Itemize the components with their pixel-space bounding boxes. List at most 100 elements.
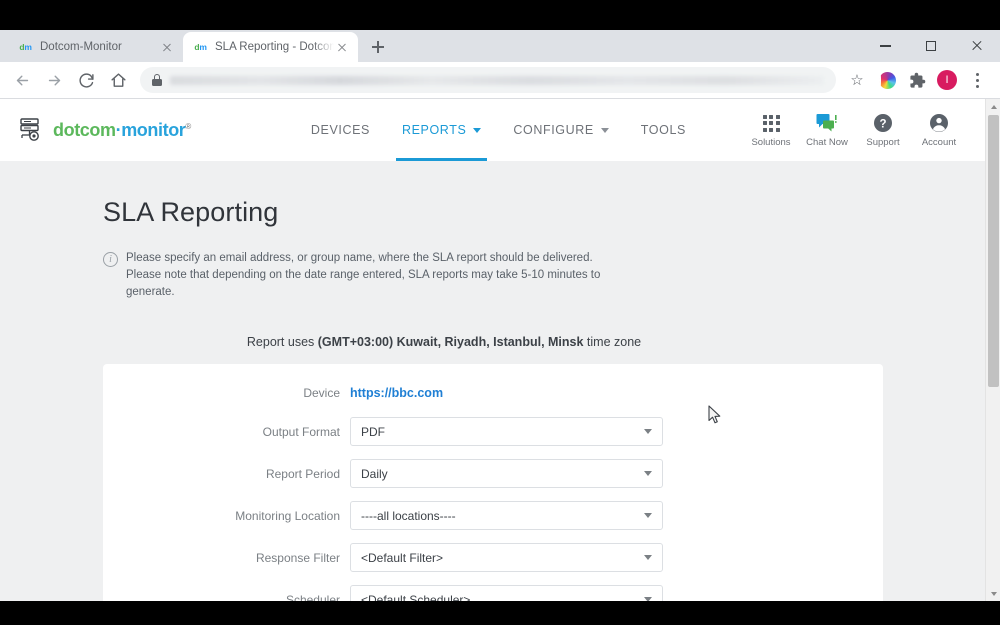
letterbox-top xyxy=(0,0,1000,30)
timezone-value: (GMT+03:00) Kuwait, Riyadh, Istanbul, Mi… xyxy=(317,335,584,349)
chevron-down-icon xyxy=(644,555,652,560)
header-action-chat-now[interactable]: Chat Now xyxy=(799,112,855,148)
notice-text: Please specify an email address, or grou… xyxy=(126,252,601,298)
form-row-scheduler: Scheduler <Default Scheduler> xyxy=(103,585,883,601)
page-viewport: dotcom·monitor® DEVICES REPORTS CONFIGUR… xyxy=(0,99,1000,601)
site-logo[interactable]: dotcom·monitor® xyxy=(0,116,191,144)
page-content: dotcom·monitor® DEVICES REPORTS CONFIGUR… xyxy=(0,99,985,601)
browser-tab-dotcom-monitor[interactable]: dm Dotcom-Monitor xyxy=(8,32,183,62)
site-header: dotcom·monitor® DEVICES REPORTS CONFIGUR… xyxy=(0,99,985,161)
nav-item-configure[interactable]: CONFIGURE xyxy=(497,99,624,161)
form-row-response-filter: Response Filter <Default Filter> xyxy=(103,543,883,572)
mouse-cursor xyxy=(708,405,722,425)
minimize-button[interactable] xyxy=(862,30,908,62)
scheduler-value: <Default Scheduler> xyxy=(361,592,471,602)
sla-report-form-card: Device https://bbc.com Output Format PDF… xyxy=(103,364,883,601)
chevron-down-icon xyxy=(644,513,652,518)
profile-avatar[interactable]: I xyxy=(933,66,961,94)
logo-text-green: dotcom xyxy=(53,119,116,140)
header-action-label: Account xyxy=(921,137,957,148)
response-filter-value: <Default Filter> xyxy=(361,550,444,565)
monitoring-location-label: Monitoring Location xyxy=(235,508,340,523)
nav-label: TOOLS xyxy=(640,123,686,137)
response-filter-select[interactable]: <Default Filter> xyxy=(350,543,663,572)
account-circle-icon xyxy=(929,112,949,134)
dm-favicon: dm xyxy=(19,42,32,52)
device-link[interactable]: https://bbc.com xyxy=(350,386,443,400)
report-period-value: Daily xyxy=(361,466,388,481)
scheduler-label: Scheduler xyxy=(285,592,340,602)
timezone-note: Report uses (GMT+03:00) Kuwait, Riyadh, … xyxy=(0,301,888,349)
form-row-output-format: Output Format PDF xyxy=(103,417,883,446)
logo-text-blue: ·monitor xyxy=(115,119,186,140)
header-action-solutions[interactable]: Solutions xyxy=(743,112,799,148)
header-action-label: Chat Now xyxy=(806,137,848,148)
home-icon[interactable] xyxy=(104,66,132,94)
page-title: SLA Reporting xyxy=(103,197,279,227)
chevron-down-icon xyxy=(644,471,652,476)
window-controls xyxy=(862,30,1000,62)
address-bar[interactable] xyxy=(140,67,836,93)
browser-tab-sla-reporting[interactable]: dm SLA Reporting - Dotcom-Monito xyxy=(183,32,358,62)
scheduler-select[interactable]: <Default Scheduler> xyxy=(350,585,663,601)
header-actions: Solutions Chat Now ? Support Account xyxy=(743,99,967,161)
question-circle-icon: ? xyxy=(873,112,893,134)
chevron-down-icon xyxy=(473,127,482,133)
apps-grid-icon xyxy=(762,112,780,134)
scroll-down-arrow-icon[interactable] xyxy=(986,586,1000,601)
info-icon: i xyxy=(103,252,118,267)
monitoring-location-select[interactable]: ----all locations---- xyxy=(350,501,663,530)
svg-text:?: ? xyxy=(879,119,886,131)
reload-icon[interactable] xyxy=(72,66,100,94)
profile-initial: I xyxy=(937,70,957,90)
response-filter-label: Response Filter xyxy=(255,550,340,565)
chevron-down-icon xyxy=(644,429,652,434)
browser-toolbar: ☆ I xyxy=(0,62,1000,98)
bookmark-star-icon[interactable]: ☆ xyxy=(843,66,871,94)
nav-label: CONFIGURE xyxy=(513,123,594,137)
form-row-device: Device https://bbc.com xyxy=(103,386,883,400)
dm-favicon: dm xyxy=(194,42,207,52)
nav-item-tools[interactable]: TOOLS xyxy=(625,99,702,161)
output-format-select[interactable]: PDF xyxy=(350,417,663,446)
tab-title: SLA Reporting - Dotcom-Monito xyxy=(215,41,334,53)
new-tab-button[interactable] xyxy=(364,33,392,61)
maximize-button[interactable] xyxy=(908,30,954,62)
nav-label: REPORTS xyxy=(401,123,467,137)
nav-item-devices[interactable]: DEVICES xyxy=(295,99,386,161)
lock-icon xyxy=(152,74,162,86)
close-icon[interactable] xyxy=(159,39,175,55)
logo-trademark: ® xyxy=(185,121,191,131)
letterbox-bottom xyxy=(0,601,1000,625)
browser-window: dm Dotcom-Monitor dm SLA Reporting - Dot… xyxy=(0,30,1000,601)
chevron-down-icon xyxy=(600,127,609,133)
url-text-redacted xyxy=(170,75,824,85)
main-navigation: DEVICES REPORTS CONFIGURE TOOLS xyxy=(295,99,702,161)
header-action-support[interactable]: ? Support xyxy=(855,112,911,148)
tab-strip: dm Dotcom-Monitor dm SLA Reporting - Dot… xyxy=(0,30,1000,62)
report-period-label: Report Period xyxy=(265,466,340,481)
page-scrollbar[interactable] xyxy=(985,99,1000,601)
nav-label: DEVICES xyxy=(310,123,370,137)
extensions-puzzle-icon[interactable] xyxy=(903,66,931,94)
extension-color-icon[interactable] xyxy=(873,66,901,94)
chat-bubbles-icon xyxy=(816,112,838,134)
report-period-select[interactable]: Daily xyxy=(350,459,663,488)
scrollbar-thumb[interactable] xyxy=(988,115,999,387)
header-action-account[interactable]: Account xyxy=(911,112,967,148)
toolbar-right-actions: ☆ I xyxy=(842,66,992,94)
browser-menu-icon[interactable] xyxy=(963,66,991,94)
tab-title: Dotcom-Monitor xyxy=(40,41,122,53)
scroll-up-arrow-icon[interactable] xyxy=(986,99,1000,114)
close-icon[interactable] xyxy=(334,39,350,55)
timezone-prefix: Report uses xyxy=(246,335,318,349)
output-format-label: Output Format xyxy=(262,424,340,439)
nav-item-reports[interactable]: REPORTS xyxy=(386,99,497,161)
form-row-monitoring-location: Monitoring Location ----all locations---… xyxy=(103,501,883,530)
monitoring-location-value: ----all locations---- xyxy=(361,508,456,523)
back-icon[interactable] xyxy=(8,66,36,94)
forward-icon[interactable] xyxy=(40,66,68,94)
header-action-label: Solutions xyxy=(751,137,791,148)
close-window-button[interactable] xyxy=(954,30,1000,62)
page-body: SLA Reporting i Please specify an email … xyxy=(0,161,985,601)
